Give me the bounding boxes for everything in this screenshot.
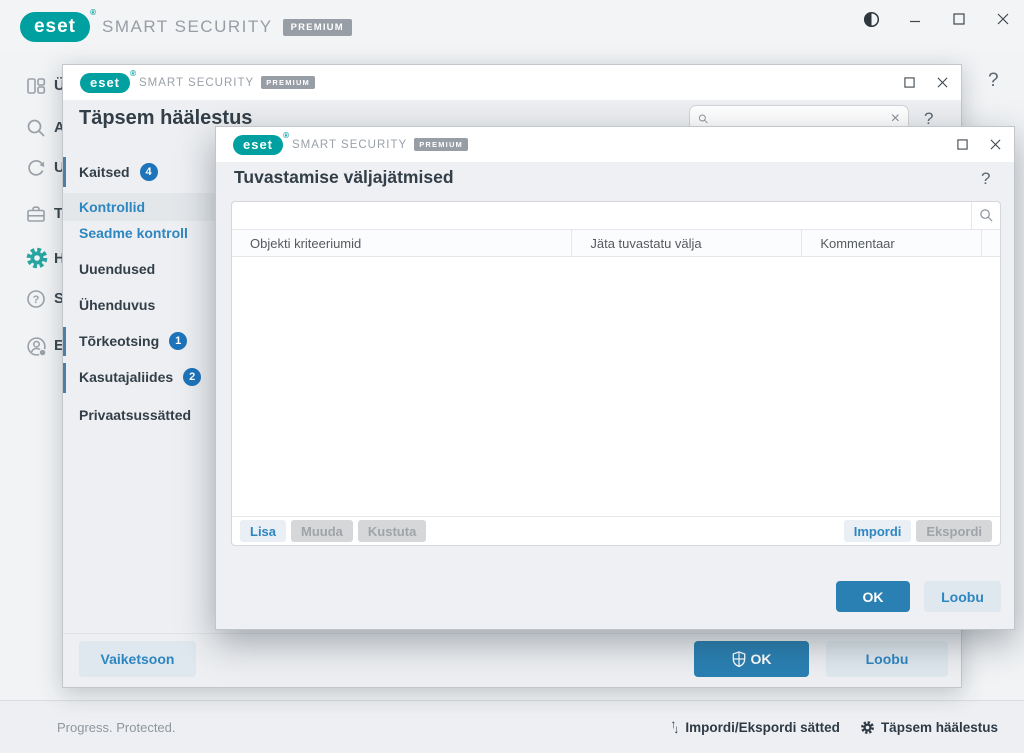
- column-header-scrollbar-gutter: [981, 230, 1000, 256]
- scan-icon: [25, 117, 47, 139]
- main-help-icon[interactable]: ?: [988, 70, 999, 92]
- setup-gear-icon: [25, 246, 49, 270]
- uac-shield-icon: [732, 651, 746, 667]
- sidebar-item-privaatsussatted[interactable]: Privaatsussätted: [63, 401, 213, 429]
- product-name: SMART SECURITY: [139, 77, 254, 89]
- svg-text:?: ?: [33, 294, 40, 306]
- sidebar-item-label: Seadme kontroll: [79, 225, 188, 241]
- premium-badge: PREMIUM: [261, 76, 315, 89]
- sidebar-item-label: Ühenduvus: [79, 297, 155, 313]
- sidebar-item-label: Uuendused: [79, 261, 155, 277]
- sidebar-item-uuendused[interactable]: Uuendused: [63, 255, 213, 283]
- sidebar-item-seadme-kontroll[interactable]: Seadme kontroll: [63, 219, 213, 247]
- advanced-setup-link[interactable]: Täpsem häälestus: [881, 720, 998, 735]
- maximize-button[interactable]: [951, 133, 973, 155]
- clear-search-icon[interactable]: ×: [891, 111, 900, 127]
- import-export-settings-link[interactable]: Impordi/Ekspordi sätted: [685, 720, 840, 735]
- update-icon: [25, 157, 47, 179]
- statusbar: Progress. Protected. ↑↓ Impordi/Ekspordi…: [0, 700, 1024, 753]
- overview-icon: [25, 75, 47, 97]
- account-icon: [25, 335, 48, 358]
- sidebar-item-uhenduvus[interactable]: Ühenduvus: [63, 291, 213, 319]
- close-button[interactable]: [984, 133, 1006, 155]
- delete-button[interactable]: Kustuta: [358, 520, 426, 542]
- premium-badge: PREMIUM: [283, 19, 352, 36]
- maximize-button[interactable]: [948, 8, 970, 30]
- registered-mark: ®: [283, 131, 290, 140]
- edit-button[interactable]: Muuda: [291, 520, 353, 542]
- setup-titlebar: eset ® SMART SECURITY PREMIUM: [63, 65, 961, 100]
- setup-search-input[interactable]: [715, 111, 891, 126]
- badge: 2: [183, 368, 201, 386]
- sidebar-item-label: Kasutajaliides: [79, 369, 173, 385]
- filter-input[interactable]: [232, 202, 971, 229]
- filter-row: [232, 202, 1000, 230]
- sidebar-item-label: Privaatsussätted: [79, 407, 191, 423]
- close-button[interactable]: [992, 8, 1014, 30]
- page-title: Tuvastamise väljajätmised: [234, 167, 454, 188]
- tagline: Progress. Protected.: [57, 720, 176, 735]
- ok-button[interactable]: OK: [836, 581, 910, 612]
- registered-mark: ®: [90, 8, 97, 17]
- search-button[interactable]: [971, 202, 1000, 229]
- export-button[interactable]: Ekspordi: [916, 520, 992, 542]
- eset-logo-text: eset: [243, 137, 273, 152]
- exclusions-panel: Objekti kriteeriumid Jäta tuvastatu välj…: [231, 201, 1001, 546]
- tools-icon: [25, 203, 47, 225]
- minimize-button[interactable]: [904, 8, 926, 30]
- badge: 4: [140, 163, 158, 181]
- sidebar-item-kontrollid[interactable]: Kontrollid: [63, 193, 216, 221]
- column-header-comment: Kommentaar: [801, 230, 981, 256]
- import-export-icon: ↑↓: [670, 720, 679, 734]
- ok-button-label: OK: [751, 651, 772, 667]
- table-header: Objekti kriteeriumid Jäta tuvastatu välj…: [232, 230, 1000, 257]
- column-header-exclude-detection: Jäta tuvastatu välja: [571, 230, 801, 256]
- table-toolbar: Lisa Muuda Kustuta Impordi Ekspordi: [232, 516, 1000, 545]
- sidebar-item-label: Kontrollid: [79, 199, 145, 215]
- close-button[interactable]: [931, 71, 953, 93]
- sidebar-item-label: Tõrkeotsing: [79, 333, 159, 349]
- product-name: SMART SECURITY: [292, 139, 407, 151]
- add-button[interactable]: Lisa: [240, 520, 286, 542]
- cancel-button[interactable]: Loobu: [826, 641, 948, 677]
- eset-logo: eset ®: [80, 73, 130, 93]
- column-header-object-criteria: Objekti kriteeriumid: [232, 230, 571, 256]
- search-icon: [979, 208, 994, 223]
- eset-logo-text: eset: [90, 75, 120, 90]
- registered-mark: ®: [130, 69, 137, 78]
- exclusions-titlebar: eset ® SMART SECURITY PREMIUM: [216, 127, 1014, 162]
- sidebar-item-label: Kaitsed: [79, 164, 130, 180]
- import-button[interactable]: Impordi: [844, 520, 912, 542]
- exclusions-help-icon[interactable]: ?: [981, 169, 990, 189]
- main-titlebar: eset ® SMART SECURITY PREMIUM: [0, 0, 1024, 54]
- help-circle-icon: ?: [25, 288, 47, 310]
- footer-divider: [63, 633, 961, 634]
- table-body-empty[interactable]: [232, 257, 1000, 516]
- cancel-button[interactable]: Loobu: [924, 581, 1001, 612]
- eset-logo: eset ®: [20, 12, 90, 42]
- gear-icon: [860, 720, 875, 735]
- ok-button[interactable]: OK: [694, 641, 809, 677]
- product-name: SMART SECURITY: [102, 17, 273, 37]
- theme-toggle-icon[interactable]: [860, 8, 882, 30]
- premium-badge: PREMIUM: [414, 138, 468, 151]
- search-icon: [698, 112, 709, 126]
- badge: 1: [169, 332, 187, 350]
- eset-logo: eset ®: [233, 135, 283, 155]
- maximize-button[interactable]: [898, 71, 920, 93]
- detection-exclusions-window: eset ® SMART SECURITY PREMIUM Tuvastamis…: [215, 126, 1015, 630]
- desktop: eset ® SMART SECURITY PREMIUM ?: [0, 0, 1024, 753]
- eset-logo-text: eset: [34, 16, 76, 38]
- sidebar-item-kaitsed[interactable]: Kaitsed 4: [63, 158, 213, 186]
- sidebar-item-torkeotsing[interactable]: Tõrkeotsing 1: [63, 327, 213, 355]
- sidebar-item-kasutajaliides[interactable]: Kasutajaliides 2: [63, 363, 213, 391]
- default-button[interactable]: Vaiketsoon: [79, 641, 196, 677]
